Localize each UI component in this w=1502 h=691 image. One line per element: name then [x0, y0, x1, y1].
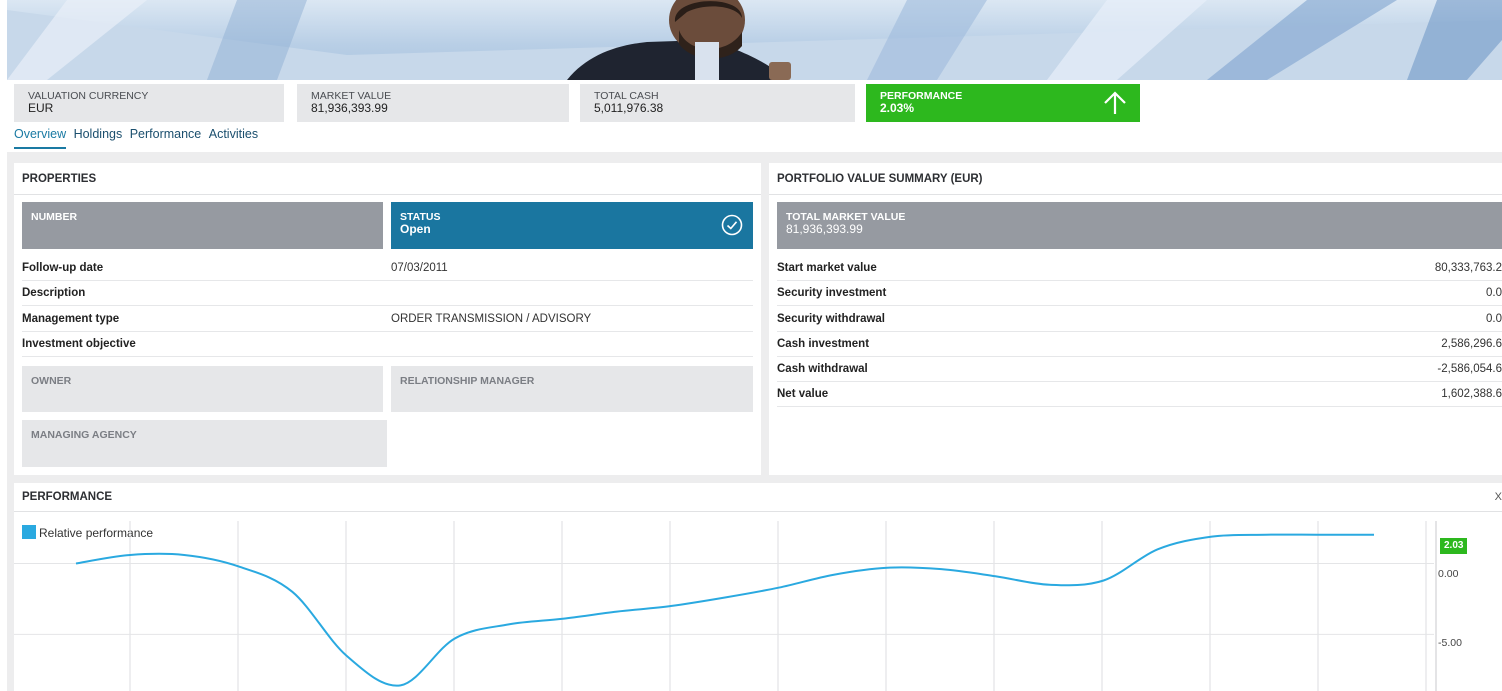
- row-value: 0.0: [1486, 313, 1502, 325]
- banner-image: [7, 0, 1502, 80]
- row-value: 0.0: [1486, 287, 1502, 299]
- owner-tile: OWNER: [22, 366, 383, 412]
- kpi-market-value: MARKET VALUE 81,936,393.99: [297, 84, 569, 122]
- relationship-manager-tile: RELATIONSHIP MANAGER: [391, 366, 753, 412]
- number-label: NUMBER: [31, 211, 78, 223]
- performance-title: PERFORMANCE: [14, 483, 1502, 512]
- row-value: 80,333,763.2: [1434, 262, 1502, 274]
- managing-agency-tile: MANAGING AGENCY: [22, 420, 387, 467]
- summary-row: Cash investment 2,586,296.6: [777, 332, 1502, 357]
- owner-label: OWNER: [31, 375, 72, 387]
- kpi-label: VALUATION CURRENCY: [28, 90, 149, 102]
- row-label: Investment objective: [22, 338, 136, 350]
- close-icon[interactable]: X: [1495, 491, 1502, 503]
- kpi-total-cash: TOTAL CASH 5,011,976.38: [580, 84, 855, 122]
- summary-title: PORTFOLIO VALUE SUMMARY (EUR): [769, 163, 1502, 195]
- tab-holdings[interactable]: Holdings: [74, 127, 123, 147]
- row-label: Security withdrawal: [777, 313, 886, 325]
- tab-overview[interactable]: Overview: [14, 127, 67, 149]
- row-label: Cash investment: [777, 338, 870, 350]
- row-label: Security investment: [777, 287, 887, 299]
- tab-bar: Overview Holdings Performance Activities: [14, 127, 262, 151]
- kpi-value: 5,011,976.38: [594, 101, 664, 115]
- status-label: STATUS: [400, 211, 441, 223]
- performance-card: PERFORMANCE X Relative performance 2.03 …: [14, 483, 1502, 691]
- kpi-valuation-currency: VALUATION CURRENCY EUR: [14, 84, 284, 122]
- summary-row: Cash withdrawal -2,586,054.6: [777, 357, 1502, 382]
- arrow-up-icon: [1104, 91, 1126, 114]
- current-value-badge: 2.03: [1440, 538, 1468, 554]
- total-market-value-label: TOTAL MARKET VALUE: [786, 211, 906, 223]
- row-label: Cash withdrawal: [777, 363, 868, 375]
- property-row: Investment objective: [22, 332, 753, 357]
- summary-row: Security investment 0.0: [777, 281, 1502, 306]
- check-circle-icon: [721, 214, 743, 236]
- row-value: -2,586,054.6: [1437, 363, 1502, 375]
- total-market-value: 81,936,393.99: [786, 222, 863, 236]
- header-banner: [7, 0, 1502, 80]
- kpi-value: 81,936,393.99: [311, 101, 388, 115]
- row-value: ORDER TRANSMISSION / ADVISORY: [391, 313, 592, 325]
- row-label: Net value: [777, 388, 829, 400]
- properties-title: PROPERTIES: [14, 163, 761, 195]
- row-label: Follow-up date: [22, 262, 104, 274]
- relationship-manager-label: RELATIONSHIP MANAGER: [400, 375, 535, 387]
- row-value: 1,602,388.6: [1441, 388, 1502, 400]
- row-label: Description: [22, 287, 86, 299]
- tab-activities[interactable]: Activities: [209, 127, 258, 147]
- managing-agency-label: MANAGING AGENCY: [31, 429, 137, 441]
- total-market-value-tile: TOTAL MARKET VALUE 81,936,393.99: [777, 202, 1502, 249]
- status-tile: STATUS Open: [391, 202, 753, 249]
- number-tile: NUMBER: [22, 202, 383, 249]
- summary-row: Net value 1,602,388.6: [777, 382, 1502, 407]
- properties-card: PROPERTIES NUMBER STATUS Open Follow-up …: [14, 163, 761, 475]
- summary-row: Security withdrawal 0.0: [777, 307, 1502, 332]
- y-tick-label: -5.00: [1438, 637, 1462, 649]
- row-label: Start market value: [777, 262, 877, 274]
- series-line: [75, 533, 1374, 687]
- property-row: Follow-up date 07/03/2011: [22, 256, 753, 281]
- row-value: 2,586,296.6: [1441, 338, 1502, 350]
- kpi-value: EUR: [28, 101, 54, 115]
- y-tick-label: 0.00: [1438, 568, 1459, 580]
- tab-performance[interactable]: Performance: [130, 127, 202, 147]
- row-label: Management type: [22, 313, 120, 325]
- property-row: Management type ORDER TRANSMISSION / ADV…: [22, 307, 753, 332]
- row-value: 07/03/2011: [391, 262, 448, 274]
- kpi-performance: PERFORMANCE 2.03%: [866, 84, 1140, 122]
- kpi-label: PERFORMANCE: [880, 90, 963, 102]
- status-value: Open: [400, 222, 431, 236]
- portfolio-summary-card: PORTFOLIO VALUE SUMMARY (EUR) TOTAL MARK…: [769, 163, 1502, 475]
- property-row: Description: [22, 281, 753, 306]
- summary-row: Start market value 80,333,763.2: [777, 256, 1502, 281]
- kpi-value: 2.03%: [880, 101, 915, 115]
- performance-chart: [14, 521, 1437, 691]
